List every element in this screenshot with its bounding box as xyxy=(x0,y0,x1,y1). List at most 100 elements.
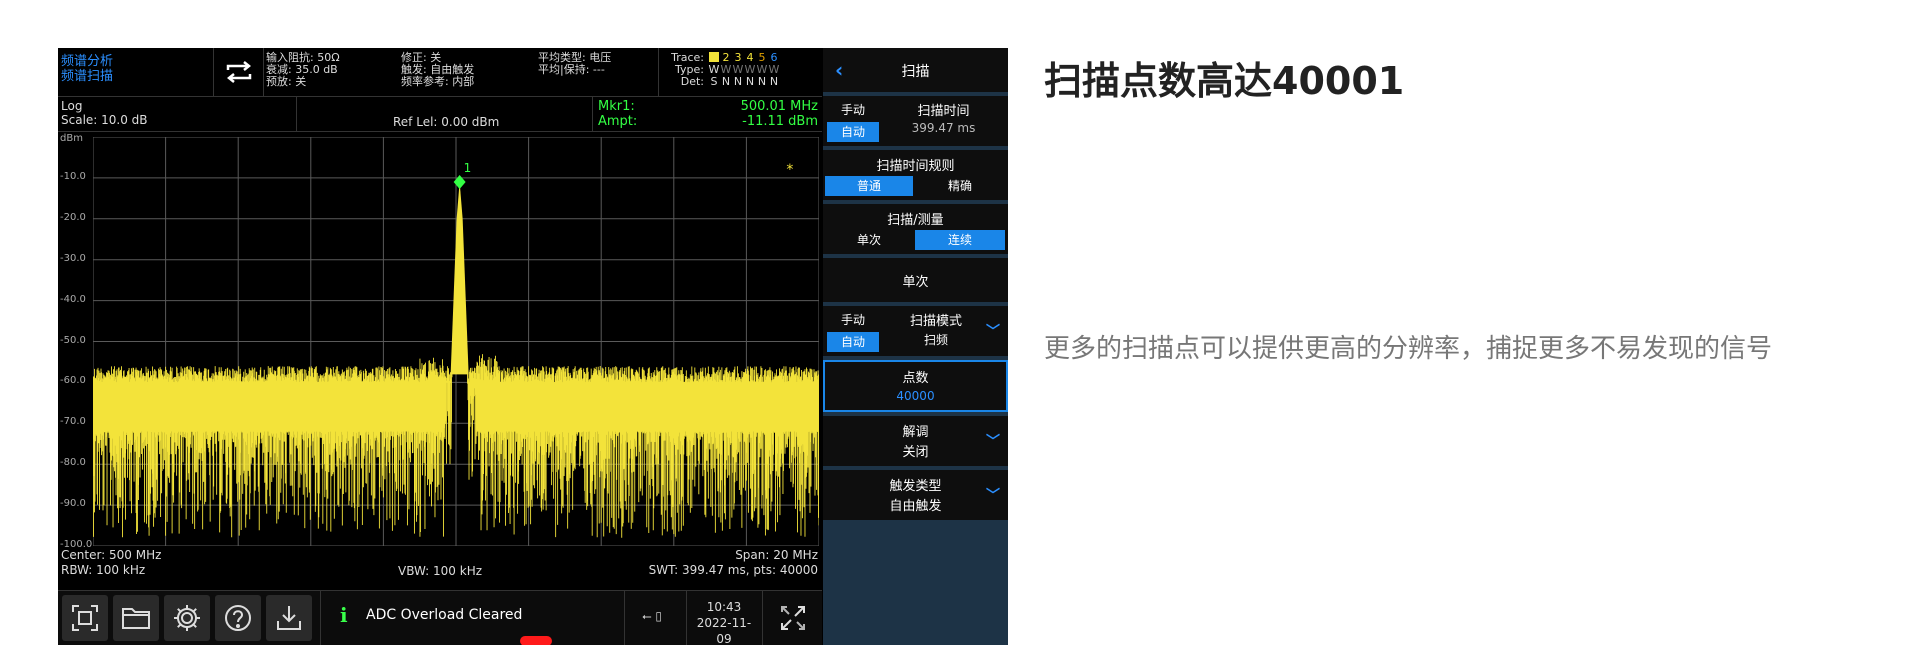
continuous-sweep-option[interactable]: 连续 xyxy=(915,230,1005,250)
trigger-type-label: 触发类型 xyxy=(889,479,942,494)
y-tick-label: -10.0 xyxy=(60,170,86,182)
peak-star-marker: * xyxy=(786,162,793,178)
single-sweep-label: 单次 xyxy=(902,275,929,290)
file-button[interactable] xyxy=(113,595,159,641)
trigger-settings[interactable]: 修正: 关 触发: 自由触发 频率参考: 内部 xyxy=(401,52,474,88)
y-tick-label: -70.0 xyxy=(60,416,86,428)
save-button[interactable] xyxy=(266,595,312,641)
y-tick-label: -90.0 xyxy=(60,498,86,510)
divider xyxy=(762,591,763,645)
sweep-time-rule-label: 扫描时间规则 xyxy=(876,159,955,174)
y-axis-unit: dBm xyxy=(60,133,83,144)
trace-det: N xyxy=(721,75,731,88)
freq-reference: 频率参考: 内部 xyxy=(401,75,475,88)
sweep-measure-control[interactable]: 扫描/测量 单次 连续 xyxy=(823,204,1008,254)
panel-header: ‹ 扫描 xyxy=(823,48,1008,92)
divider xyxy=(320,591,321,645)
bottom-toolbar: i ADC Overload Cleared ⭠ ▯ 10:43 2022-11… xyxy=(58,590,822,645)
sweep-mode-auto-option[interactable]: 自动 xyxy=(827,332,879,352)
marker-1-diamond xyxy=(453,174,466,189)
demod-label: 解调 xyxy=(902,425,929,440)
fullscreen-button[interactable] xyxy=(770,595,816,641)
clock[interactable]: 10:43 2022-11-09 xyxy=(694,599,754,645)
status-message[interactable]: ADC Overload Cleared xyxy=(366,607,522,623)
trace-det: N xyxy=(733,75,743,88)
spectrum-plot[interactable]: 1 * xyxy=(93,137,819,546)
trigger-type-control[interactable]: 触发类型 自由触发 ﹀ xyxy=(823,470,1008,520)
measurement-name: 频谱扫描 xyxy=(61,69,114,84)
sweep-mode-manual-option[interactable]: 手动 xyxy=(827,310,879,330)
sweep-time-manual-option[interactable]: 手动 xyxy=(827,100,879,120)
rule-normal-option[interactable]: 普通 xyxy=(825,176,913,196)
mode-indicator[interactable]: 频谱分析 频谱扫描 xyxy=(61,54,211,84)
average-settings[interactable]: 平均类型: 电压 平均|保持: --- xyxy=(538,52,611,76)
divider xyxy=(658,48,659,96)
sweep-points-field[interactable]: 点数 40000 xyxy=(823,360,1008,412)
single-sweep-button[interactable]: 单次 xyxy=(823,258,1008,302)
mode-name: 频谱分析 xyxy=(61,54,114,69)
trace-det: N xyxy=(757,75,767,88)
download-icon xyxy=(277,606,301,630)
panel-title: 扫描 xyxy=(901,64,930,80)
single-sweep-option[interactable]: 单次 xyxy=(825,230,913,250)
trace-status[interactable]: Trace: 2 3 4 5 6 Type: WWWWWW Det: S N N N N N xyxy=(660,52,780,88)
marker-amplitude: -11.11 dBm xyxy=(742,114,818,129)
amplitude-label: Ampt: xyxy=(598,114,638,129)
screenshot-button[interactable] xyxy=(62,595,108,641)
divider xyxy=(686,591,687,645)
screenshot-icon xyxy=(72,605,98,631)
sweep-parameters: Center: 500 MHz RBW: 100 kHz VBW: 100 kH… xyxy=(58,548,822,584)
rbw[interactable]: RBW: 100 kHz xyxy=(61,563,161,578)
sweep-time-control[interactable]: 手动 自动 扫描时间 399.47 ms xyxy=(823,96,1008,146)
trace-det: N xyxy=(745,75,755,88)
folder-icon xyxy=(122,608,150,629)
divider xyxy=(624,591,625,645)
sync-button[interactable] xyxy=(218,48,260,96)
divider xyxy=(213,48,214,96)
trace-1-swatch xyxy=(709,52,719,62)
info-icon: i xyxy=(340,603,348,627)
trace-det: S xyxy=(710,75,718,88)
divider xyxy=(296,97,297,131)
sweep-time-auto-option[interactable]: 自动 xyxy=(827,122,879,142)
chevron-down-icon: ﹀ xyxy=(986,488,1000,504)
marker-label: Mkr1: xyxy=(598,99,635,114)
trace-det: N xyxy=(769,75,779,88)
det-label: Det: xyxy=(680,75,704,88)
marker-1-label: 1 xyxy=(464,161,472,175)
status-bar: 频谱分析 频谱扫描 输入阻抗: 50Ω 衰减: 35.0 dB 预放: 关 修正… xyxy=(58,48,822,97)
y-tick-label: -20.0 xyxy=(60,211,86,223)
settings-button[interactable] xyxy=(164,595,210,641)
sweep-time-rule-control[interactable]: 扫描时间规则 普通 精确 xyxy=(823,150,1008,200)
reference-level[interactable]: Ref Lel: 0.00 dBm xyxy=(393,115,499,129)
preamp: 预放: 关 xyxy=(266,75,307,88)
sweep-time-points[interactable]: SWT: 399.47 ms, pts: 40000 xyxy=(649,563,818,578)
chevron-down-icon: ﹀ xyxy=(986,434,1000,450)
sweep-mode-control[interactable]: 手动 自动 扫描模式 扫频 ﹀ xyxy=(823,306,1008,356)
y-tick-label: -30.0 xyxy=(60,252,86,264)
demodulation-control[interactable]: 解调 关闭 ﹀ xyxy=(823,416,1008,466)
signal-peak xyxy=(450,181,469,375)
rule-accurate-option[interactable]: 精确 xyxy=(915,176,1005,196)
divider xyxy=(592,97,593,131)
points-value: 40000 xyxy=(896,389,935,403)
usb-icon: ⭠ ▯ xyxy=(642,609,663,623)
gear-icon xyxy=(174,605,200,631)
marker-readout[interactable]: Mkr1: 500.01 MHz Ampt: -11.11 dBm xyxy=(598,99,818,129)
alert-indicator xyxy=(520,636,552,645)
y-tick-label: -50.0 xyxy=(60,334,86,346)
vbw[interactable]: VBW: 100 kHz xyxy=(398,564,482,579)
sweep-time-label: 扫描时间 xyxy=(917,104,970,119)
description: 更多的扫描点可以提供更高的分辨率，捕捉更多不易发现的信号 xyxy=(1044,334,1773,364)
input-settings[interactable]: 输入阻抗: 50Ω 衰减: 35.0 dB 预放: 关 xyxy=(266,52,340,88)
marker-frequency: 500.01 MHz xyxy=(740,99,818,114)
points-label: 点数 xyxy=(902,371,929,386)
average-hold: 平均|保持: --- xyxy=(538,63,605,76)
help-button[interactable] xyxy=(215,595,261,641)
span[interactable]: Span: 20 MHz xyxy=(649,548,818,563)
y-tick-label: -60.0 xyxy=(60,375,86,387)
scale-info[interactable]: Log Scale: 10.0 dB xyxy=(61,99,148,127)
center-frequency[interactable]: Center: 500 MHz xyxy=(61,548,161,563)
clock-date: 2022-11-09 xyxy=(696,616,752,645)
analyzer-screenshot: 频谱分析 频谱扫描 输入阻抗: 50Ω 衰减: 35.0 dB 预放: 关 修正… xyxy=(58,48,1008,645)
